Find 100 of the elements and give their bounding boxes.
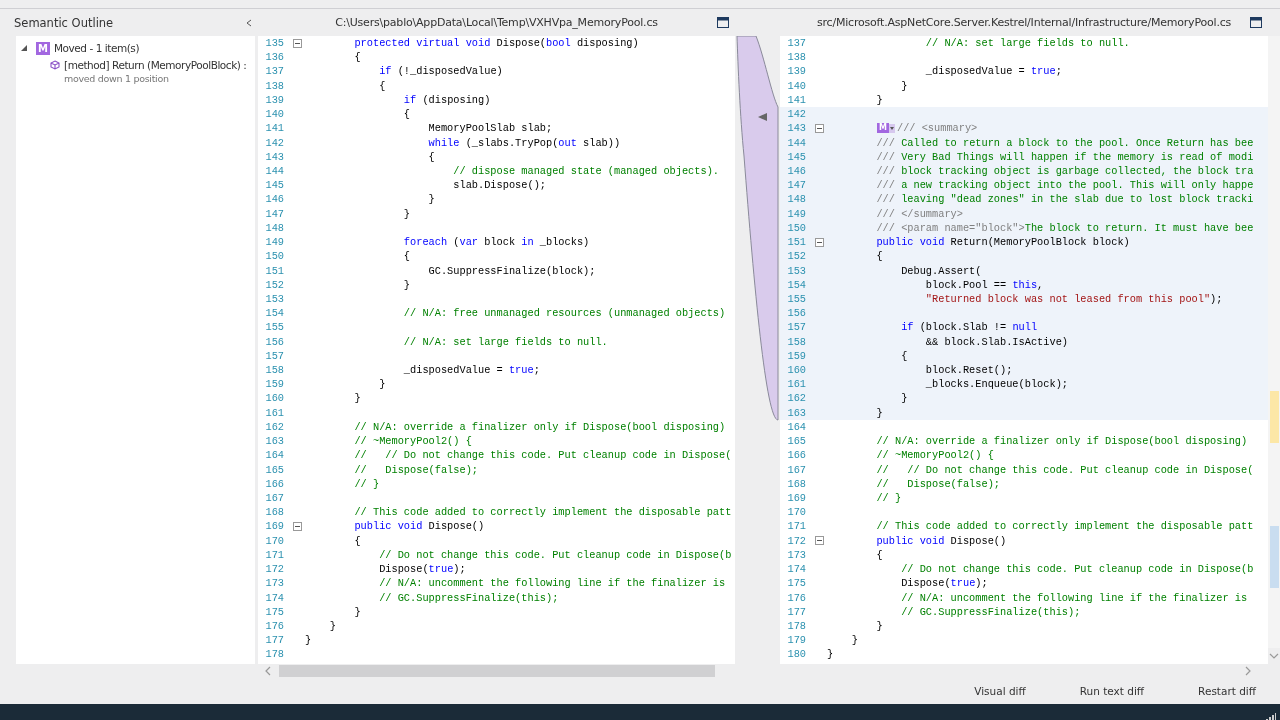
line-number: 148 bbox=[264, 220, 284, 236]
code-line: MemoryPoolSlab slab; bbox=[427, 121, 553, 136]
diff-button[interactable]: Restart diff bbox=[1188, 683, 1266, 699]
code-line: /// block tracking object is garbage collected, the block tra bbox=[875, 163, 1254, 179]
line-number: 173 bbox=[786, 547, 806, 563]
expanded-arrow-icon[interactable] bbox=[21, 44, 28, 52]
code-line: /// </summary> bbox=[875, 206, 963, 221]
code-line: && block.Slab.IsActive) bbox=[924, 334, 1068, 349]
code-line: } bbox=[900, 391, 908, 406]
moved-badge[interactable]: M bbox=[877, 123, 889, 134]
line-number: 162 bbox=[264, 419, 284, 435]
line-number: 138 bbox=[264, 78, 284, 93]
line-number: 146 bbox=[264, 192, 284, 207]
code-line: } bbox=[900, 78, 908, 93]
code-line: } bbox=[402, 206, 411, 221]
line-number: 175 bbox=[786, 576, 806, 591]
line-number: 156 bbox=[786, 306, 806, 321]
line-number: 153 bbox=[786, 263, 806, 278]
line-number: 157 bbox=[264, 348, 284, 364]
code-line: if (disposing) bbox=[402, 92, 491, 108]
collapse-icon[interactable] bbox=[246, 18, 252, 27]
line-number: 158 bbox=[264, 363, 284, 378]
dropdown-icon[interactable] bbox=[888, 123, 895, 133]
diff-button[interactable]: Run text diff bbox=[1069, 683, 1155, 699]
tree-item[interactable]: [method] Return (MemoryPoolBlock) : bbox=[64, 58, 247, 71]
line-number: 147 bbox=[786, 178, 806, 193]
code-line: block.Pool == this, bbox=[924, 277, 1044, 292]
line-number: 161 bbox=[786, 377, 806, 392]
line-number: 149 bbox=[786, 206, 806, 221]
code-line: // Dispose(false); bbox=[353, 462, 479, 477]
line-number: 177 bbox=[786, 604, 806, 619]
line-number: 151 bbox=[786, 235, 806, 250]
line-number: 150 bbox=[786, 220, 806, 236]
code-line: Dispose(true); bbox=[900, 576, 988, 591]
code-line: { bbox=[353, 533, 361, 548]
collapse-icon[interactable] bbox=[815, 237, 824, 247]
line-number: 152 bbox=[264, 277, 284, 292]
code-line: public void Dispose() bbox=[875, 533, 1007, 548]
code-line: // GC.SuppressFinalize(this); bbox=[378, 590, 559, 605]
code-line: slab.Dispose(); bbox=[452, 178, 546, 193]
diff-button[interactable]: Visual diff bbox=[964, 683, 1036, 699]
collapse-icon[interactable] bbox=[293, 38, 302, 48]
code-line: { bbox=[875, 249, 883, 264]
line-number: 179 bbox=[786, 633, 806, 648]
line-number: 174 bbox=[264, 590, 284, 605]
scrollbar-thumb[interactable] bbox=[279, 665, 715, 677]
line-number: 137 bbox=[786, 36, 806, 51]
line-number: 144 bbox=[264, 163, 284, 179]
code-line: // N/A: uncomment the following line if the finalizer is bbox=[900, 590, 1248, 605]
maximize-icon[interactable] bbox=[717, 17, 729, 28]
code-line: } bbox=[875, 618, 883, 634]
code-line: // // Do not change this code. Put cleanup code in Dispose( bbox=[875, 462, 1254, 477]
line-number: 160 bbox=[786, 363, 806, 378]
line-number: 159 bbox=[786, 348, 806, 364]
code-line: { bbox=[402, 249, 411, 264]
code-line: } bbox=[875, 92, 883, 108]
line-number: 168 bbox=[786, 476, 806, 491]
line-number: 138 bbox=[786, 50, 806, 65]
line-number: 170 bbox=[264, 533, 284, 548]
line-number: 156 bbox=[264, 334, 284, 349]
collapse-icon[interactable] bbox=[815, 536, 824, 546]
moved-badge: M bbox=[36, 41, 50, 55]
line-number: 155 bbox=[786, 291, 806, 307]
code-line: // Do not change this code. Put cleanup code in Dispose(b bbox=[378, 547, 732, 563]
code-line: } bbox=[402, 277, 411, 292]
code-line: // This code added to correctly implement the disposable patt bbox=[353, 505, 732, 520]
line-number: 141 bbox=[264, 121, 284, 136]
code-line: // N/A: set large fields to null. bbox=[402, 334, 608, 349]
line-number: 162 bbox=[786, 391, 806, 406]
line-number: 169 bbox=[264, 519, 284, 534]
signal-icon bbox=[1266, 713, 1276, 720]
line-number: 172 bbox=[264, 562, 284, 577]
line-number: 144 bbox=[786, 135, 806, 150]
code-line: // N/A: set large fields to null. bbox=[924, 36, 1130, 51]
collapse-icon[interactable] bbox=[815, 123, 824, 133]
line-number: 165 bbox=[264, 462, 284, 477]
code-line: /// a new tracking object into the pool. This will only happe bbox=[875, 178, 1254, 193]
scrollbar[interactable] bbox=[1268, 36, 1280, 648]
code-line: // GC.SuppressFinalize(this); bbox=[900, 604, 1081, 619]
line-number: 171 bbox=[264, 547, 284, 563]
tree-item[interactable]: Moved - 1 item(s) bbox=[54, 42, 140, 54]
maximize-icon[interactable] bbox=[1250, 17, 1262, 28]
line-number: 154 bbox=[786, 277, 806, 292]
line-number: 135 bbox=[264, 36, 284, 51]
file-path: src/Microsoft.AspNetCore.Server.Kestrel/Internal/Infrastructure/MemoryPool.cs bbox=[816, 16, 1232, 29]
line-number: 150 bbox=[264, 249, 284, 264]
line-number: 176 bbox=[264, 618, 284, 634]
line-number: 145 bbox=[264, 178, 284, 193]
collapse-icon[interactable] bbox=[293, 522, 302, 532]
code-line: Dispose(true); bbox=[378, 562, 466, 577]
code-line: public void Return(MemoryPoolBlock block) bbox=[875, 235, 1130, 250]
code-line: { bbox=[353, 50, 361, 65]
code-line: } bbox=[353, 391, 361, 406]
method-icon bbox=[50, 59, 60, 70]
code-line: block.Reset(); bbox=[924, 363, 1013, 378]
code-line: } bbox=[353, 604, 361, 619]
code-line: // N/A: free unmanaged resources (unmanaged objects) bbox=[402, 306, 726, 321]
line-number: 176 bbox=[786, 590, 806, 605]
code-line: } bbox=[305, 633, 312, 648]
code-line: // Dispose(false); bbox=[875, 476, 1001, 491]
